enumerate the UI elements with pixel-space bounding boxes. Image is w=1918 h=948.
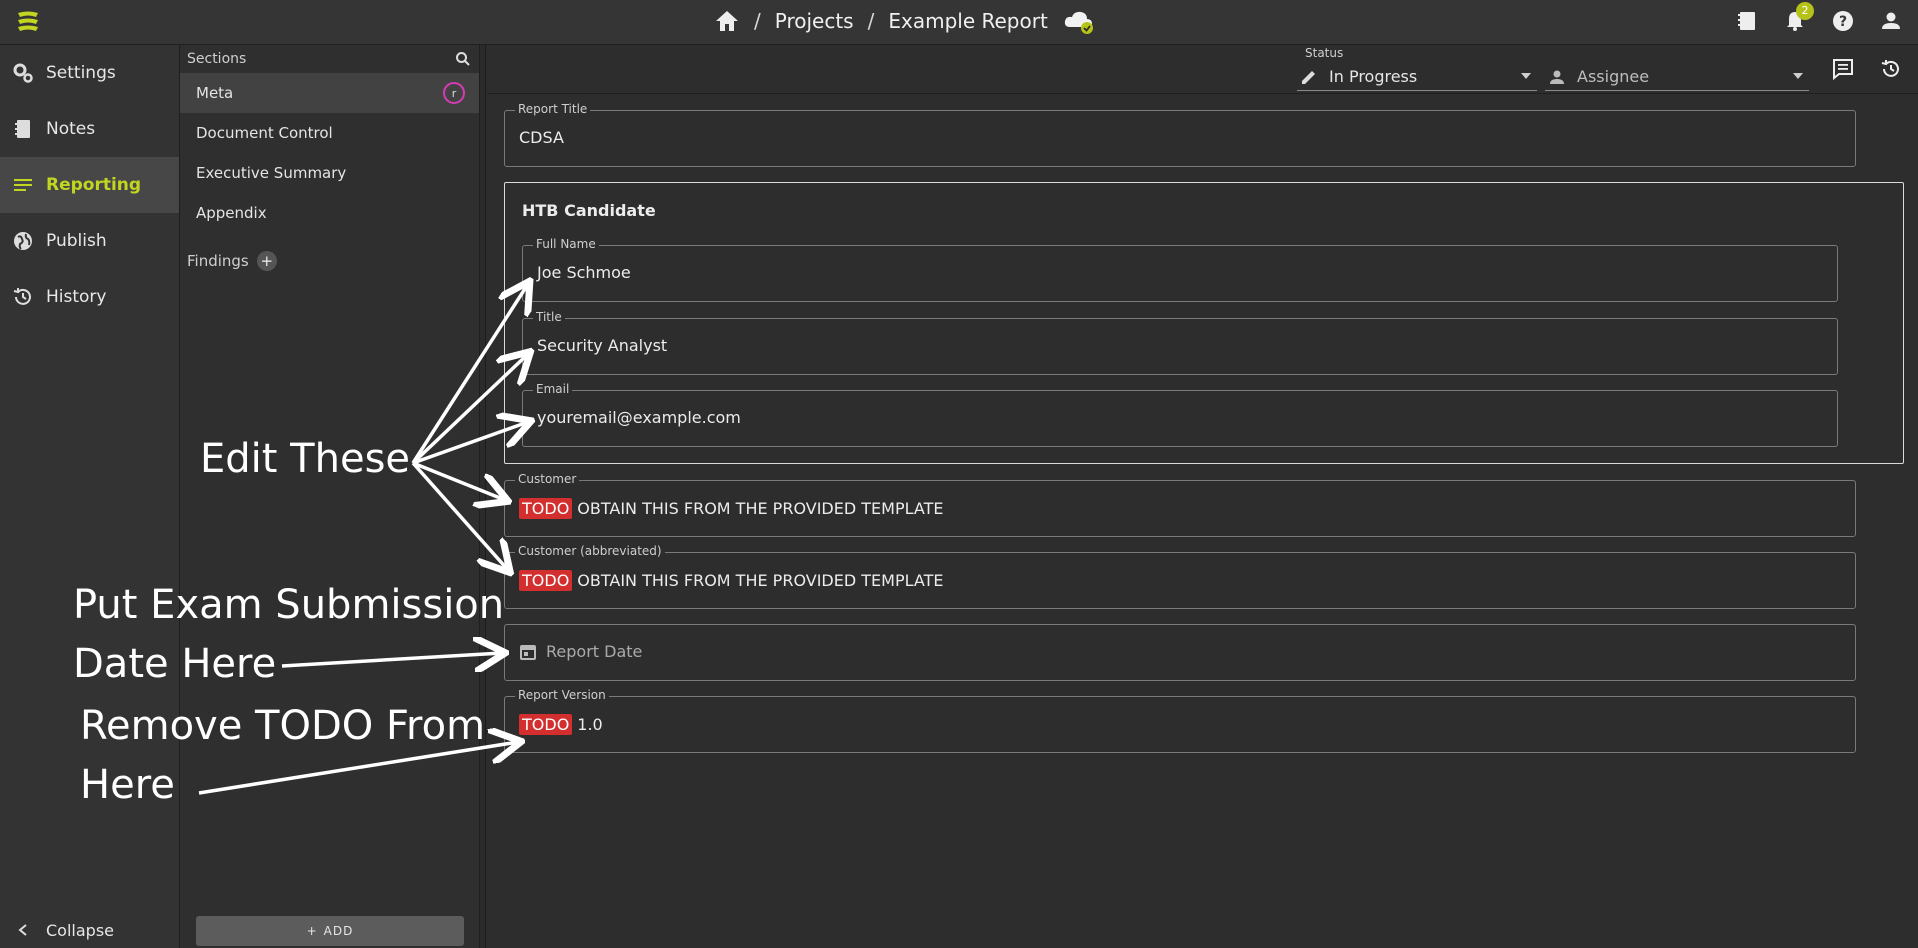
arrow-to-customer-abbr — [411, 461, 508, 570]
annotation-arrows — [198, 0, 1918, 795]
arrow-to-customer — [412, 461, 505, 500]
arrow-to-report-date — [281, 653, 502, 666]
arrow-to-email — [412, 422, 528, 465]
arrow-to-full-name — [411, 284, 528, 464]
arrow-to-report-version — [198, 742, 518, 795]
